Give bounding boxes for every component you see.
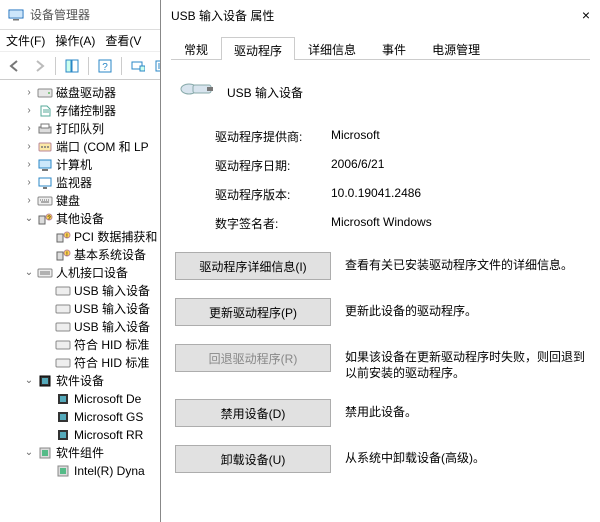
properties-dialog: USB 输入设备 属性 × 常规 驱动程序 详细信息 事件 电源管理 USB 输… xyxy=(160,0,600,522)
tab-strip: 常规 驱动程序 详细信息 事件 电源管理 xyxy=(171,36,590,60)
keyboard-icon xyxy=(36,193,54,209)
hid-device-icon xyxy=(54,283,72,299)
software-device-icon xyxy=(54,409,72,425)
chevron-down-icon[interactable]: ⌄ xyxy=(22,444,36,462)
label-version: 驱动程序版本: xyxy=(215,186,331,203)
device-name: USB 输入设备 xyxy=(227,84,303,101)
usb-device-icon xyxy=(179,78,215,106)
computer-icon xyxy=(36,157,54,173)
label-provider: 驱动程序提供商: xyxy=(215,128,331,145)
hid-device-icon xyxy=(54,319,72,335)
unknown-device-icon: ! xyxy=(54,247,72,263)
chevron-right-icon[interactable]: › xyxy=(22,156,36,174)
hid-device-icon xyxy=(54,355,72,371)
toolbar-forward-icon[interactable] xyxy=(28,55,50,77)
toolbar-help-icon[interactable]: ? xyxy=(94,55,116,77)
prop-titlebar: USB 输入设备 属性 × xyxy=(161,0,600,30)
label-signer: 数字签名者: xyxy=(215,215,331,232)
value-signer: Microsoft Windows xyxy=(331,215,586,232)
chevron-right-icon[interactable]: › xyxy=(22,138,36,156)
disable-device-button[interactable]: 禁用设备(D) xyxy=(175,399,331,427)
uninstall-device-desc: 从系统中卸载设备(高级)。 xyxy=(345,445,586,466)
hid-icon xyxy=(36,265,54,281)
tab-driver[interactable]: 驱动程序 xyxy=(221,37,295,60)
unknown-device-icon: ! xyxy=(54,229,72,245)
software-device-icon xyxy=(36,373,54,389)
driver-details-button[interactable]: 驱动程序详细信息(I) xyxy=(175,252,331,280)
rollback-driver-desc: 如果该设备在更新驱动程序时失败，则回退到以前安装的驱动程序。 xyxy=(345,344,586,381)
toolbar-separator xyxy=(121,57,122,75)
software-component-icon xyxy=(54,463,72,479)
monitor-icon xyxy=(36,175,54,191)
driver-details-desc: 查看有关已安装驱动程序文件的详细信息。 xyxy=(345,252,586,273)
update-driver-button[interactable]: 更新驱动程序(P) xyxy=(175,298,331,326)
menu-action[interactable]: 操作(A) xyxy=(55,32,95,49)
chevron-right-icon[interactable]: › xyxy=(22,102,36,120)
disk-icon xyxy=(36,85,54,101)
port-icon xyxy=(36,139,54,155)
value-date: 2006/6/21 xyxy=(331,157,586,174)
tab-events[interactable]: 事件 xyxy=(369,36,419,59)
menu-file[interactable]: 文件(F) xyxy=(6,32,45,49)
tab-details[interactable]: 详细信息 xyxy=(295,36,369,59)
svg-text:?: ? xyxy=(102,62,108,73)
toolbar-separator xyxy=(88,57,89,75)
chevron-right-icon[interactable]: › xyxy=(22,84,36,102)
chevron-down-icon[interactable]: ⌄ xyxy=(22,372,36,390)
value-provider: Microsoft xyxy=(331,128,586,145)
software-device-icon xyxy=(54,427,72,443)
storage-icon xyxy=(36,103,54,119)
value-version: 10.0.19041.2486 xyxy=(331,186,586,203)
other-devices-icon: ? xyxy=(36,211,54,227)
software-device-icon xyxy=(54,391,72,407)
chevron-right-icon[interactable]: › xyxy=(22,192,36,210)
driver-tab-content: USB 输入设备 驱动程序提供商: Microsoft 驱动程序日期: 2006… xyxy=(171,60,590,505)
uninstall-device-button[interactable]: 卸载设备(U) xyxy=(175,445,331,473)
close-icon[interactable]: × xyxy=(550,7,590,23)
chevron-down-icon[interactable]: ⌄ xyxy=(22,210,36,228)
toolbar-back-icon[interactable] xyxy=(4,55,26,77)
hid-device-icon xyxy=(54,301,72,317)
prop-title-text: USB 输入设备 属性 xyxy=(171,7,550,24)
toolbar-separator xyxy=(55,57,56,75)
chevron-right-icon[interactable]: › xyxy=(22,174,36,192)
toolbar-scan-icon[interactable] xyxy=(127,55,149,77)
software-component-icon xyxy=(36,445,54,461)
disable-device-desc: 禁用此设备。 xyxy=(345,399,586,420)
tab-general[interactable]: 常规 xyxy=(171,36,221,59)
dm-title-text: 设备管理器 xyxy=(30,6,90,23)
menu-view[interactable]: 查看(V xyxy=(105,32,141,49)
rollback-driver-button: 回退驱动程序(R) xyxy=(175,344,331,372)
tab-power[interactable]: 电源管理 xyxy=(419,36,493,59)
device-manager-icon xyxy=(8,7,24,23)
chevron-down-icon[interactable]: ⌄ xyxy=(22,264,36,282)
chevron-right-icon[interactable]: › xyxy=(22,120,36,138)
label-date: 驱动程序日期: xyxy=(215,157,331,174)
update-driver-desc: 更新此设备的驱动程序。 xyxy=(345,298,586,319)
printer-icon xyxy=(36,121,54,137)
toolbar-show-hide-icon[interactable] xyxy=(61,55,83,77)
hid-device-icon xyxy=(54,337,72,353)
